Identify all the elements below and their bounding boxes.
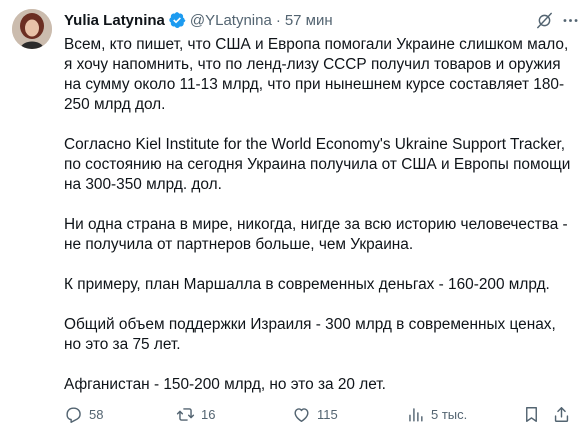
reply-icon: [66, 406, 81, 423]
reply-count: 58: [89, 406, 104, 422]
repost-button[interactable]: 16: [176, 403, 215, 425]
repost-count: 16: [201, 406, 216, 422]
post-paragraph: Согласно Kiel Institute for the World Ec…: [64, 136, 571, 193]
post[interactable]: Yulia Latynina @YLatynina · 57 мин Всем,…: [0, 0, 585, 429]
bookmark-button[interactable]: [522, 403, 541, 425]
like-count: 115: [317, 406, 338, 422]
reply-button[interactable]: 58: [64, 403, 103, 425]
post-paragraph: Общий объем поддержки Израиля - 300 млрд…: [64, 316, 556, 353]
more-icon: [563, 18, 577, 22]
post-timestamp[interactable]: 57 мин: [285, 12, 333, 29]
avatar[interactable]: [12, 9, 52, 49]
share-button[interactable]: [552, 403, 571, 425]
verified-badge-icon: [168, 11, 186, 29]
repost-icon: [176, 407, 195, 421]
post-header: Yulia Latynina @YLatynina · 57 мин: [64, 9, 333, 31]
like-button[interactable]: 115: [292, 403, 338, 425]
action-bar: 58 16 115 5 тыс.: [58, 403, 578, 425]
more-button[interactable]: [560, 10, 580, 30]
like-icon: [294, 407, 309, 422]
share-icon: [554, 406, 569, 422]
grok-button[interactable]: [534, 10, 554, 30]
header-separator: ·: [275, 11, 281, 29]
post-paragraph: Афганистан - 150-200 млрд, но это за 20 …: [64, 376, 386, 393]
post-paragraph: Ни одна страна в мире, никогда, нигде за…: [64, 216, 568, 253]
avatar-image: [12, 9, 52, 49]
post-paragraph: Всем, кто пишет, что США и Европа помога…: [64, 36, 569, 113]
grok-icon: [536, 12, 552, 28]
post-text: Всем, кто пишет, что США и Европа помога…: [64, 35, 576, 415]
bookmark-icon: [526, 406, 537, 422]
views-icon: [409, 407, 423, 422]
views-count: 5 тыс.: [431, 406, 468, 422]
author-name[interactable]: Yulia Latynina: [64, 12, 165, 29]
author-handle[interactable]: @YLatynina: [190, 12, 272, 29]
views-button[interactable]: 5 тыс.: [406, 403, 467, 425]
post-paragraph: К примеру, план Маршалла в современных д…: [64, 276, 550, 293]
